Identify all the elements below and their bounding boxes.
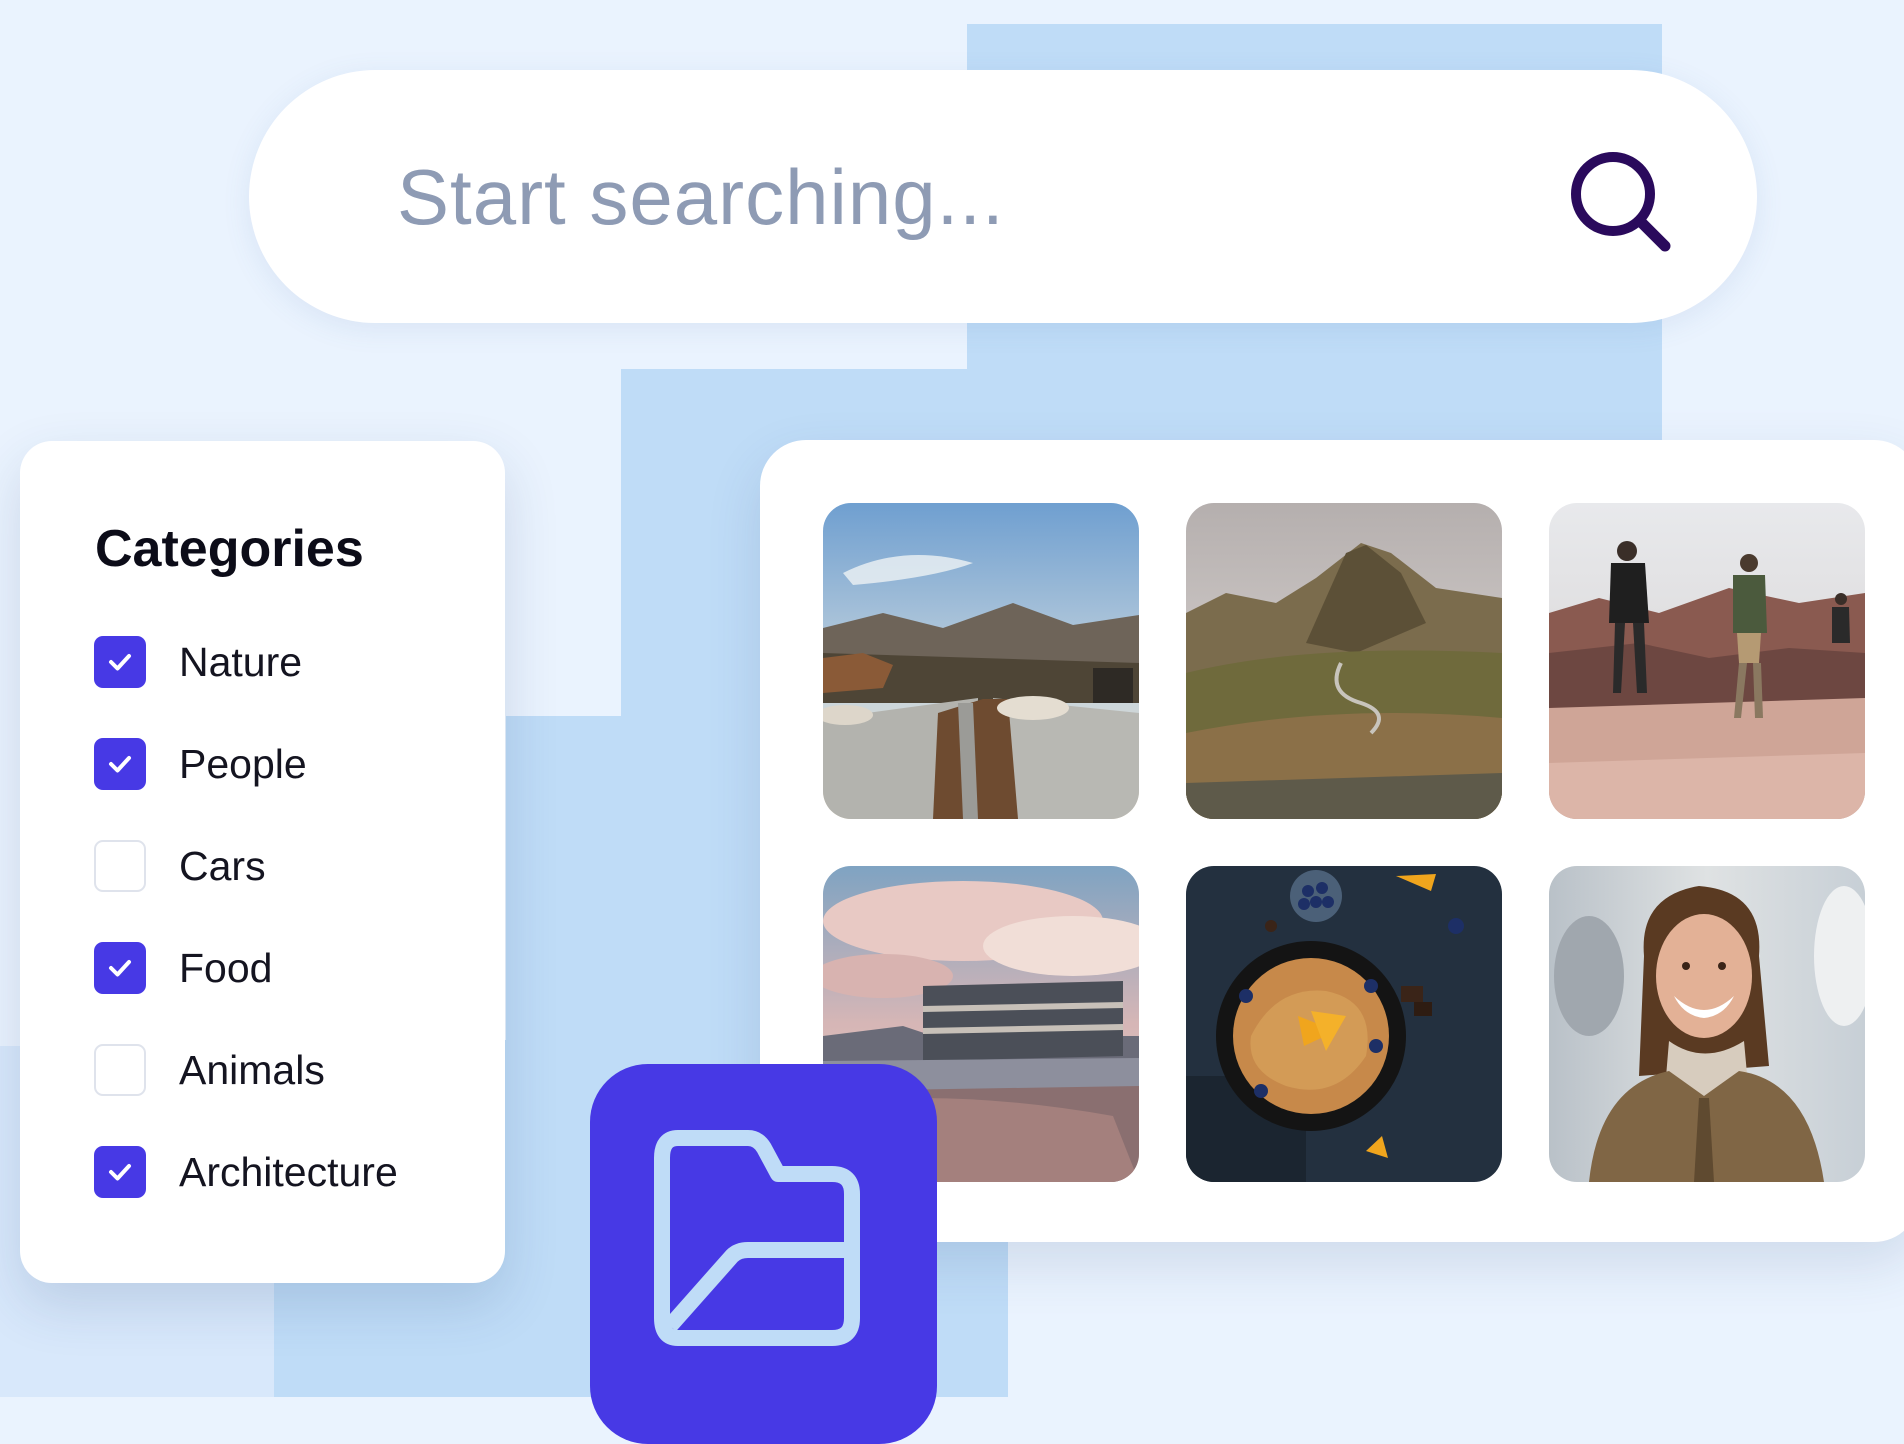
categories-title: Categories bbox=[95, 520, 364, 578]
category-label-cars: Cars bbox=[179, 842, 266, 889]
gallery-photo-mountain-valley[interactable] bbox=[1186, 503, 1502, 819]
category-item-nature[interactable]: Nature bbox=[94, 632, 302, 692]
check-icon bbox=[109, 654, 131, 671]
search-bar bbox=[249, 70, 1757, 323]
category-checkbox-cars[interactable] bbox=[94, 840, 146, 892]
category-checkbox-animals[interactable] bbox=[94, 1044, 146, 1096]
category-checkbox-architecture[interactable] bbox=[94, 1146, 146, 1198]
gallery-photo-portrait-woman[interactable] bbox=[1549, 866, 1865, 1182]
search-input[interactable] bbox=[395, 136, 1399, 258]
category-checkbox-people[interactable] bbox=[94, 738, 146, 790]
category-label-nature: Nature bbox=[179, 638, 303, 685]
gallery-photo-pancake-skillet[interactable] bbox=[1186, 866, 1502, 1182]
category-item-animals[interactable]: Animals bbox=[94, 1040, 325, 1100]
category-label-food: Food bbox=[179, 944, 273, 991]
category-checkbox-food[interactable] bbox=[94, 942, 146, 994]
check-icon bbox=[109, 1164, 131, 1181]
category-item-food[interactable]: Food bbox=[94, 938, 272, 998]
check-icon bbox=[109, 960, 131, 977]
search-icon[interactable] bbox=[1567, 148, 1677, 258]
gallery-photo-resort-rooftop[interactable] bbox=[823, 503, 1139, 819]
folder-app-button[interactable] bbox=[590, 1064, 937, 1444]
categories-panel: Categories Nature People Cars Food Anima… bbox=[20, 441, 505, 1283]
check-icon bbox=[109, 756, 131, 773]
gallery-photo-hikers[interactable] bbox=[1549, 503, 1865, 819]
category-item-cars[interactable]: Cars bbox=[94, 836, 266, 896]
category-label-animals: Animals bbox=[179, 1046, 325, 1093]
category-label-architecture: Architecture bbox=[179, 1148, 398, 1195]
category-checkbox-nature[interactable] bbox=[94, 636, 146, 688]
category-item-people[interactable]: People bbox=[94, 734, 307, 794]
folder-icon bbox=[654, 1130, 860, 1346]
category-item-architecture[interactable]: Architecture bbox=[94, 1142, 398, 1202]
category-label-people: People bbox=[179, 740, 307, 787]
